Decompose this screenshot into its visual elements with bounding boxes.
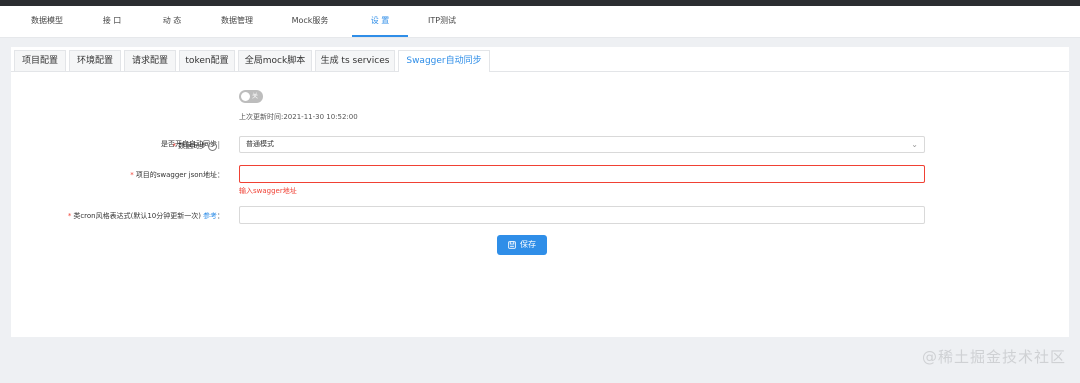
tab-request-config[interactable]: 请求配置	[124, 50, 176, 71]
toggle-state-text: 关	[252, 93, 259, 100]
nav-item-data-model[interactable]: 数据模型	[22, 6, 72, 37]
settings-tabs: 项目配置 环境配置 请求配置 token配置 全局mock脚本 生成 ts se…	[11, 47, 1069, 72]
nav-item-itp-test[interactable]: ITP测试	[418, 6, 466, 37]
save-button-label: 保存	[520, 240, 536, 249]
watermark: @稀土掘金技术社区	[921, 348, 1066, 366]
tab-project-config[interactable]: 项目配置	[14, 50, 66, 71]
save-icon	[508, 240, 516, 249]
data-sync-label-text: 数据同步	[178, 142, 206, 150]
help-icon[interactable]: ?	[208, 141, 217, 151]
cron-colon: ：	[217, 212, 224, 220]
tab-swagger-auto-sync[interactable]: Swagger自动同步	[398, 50, 490, 72]
swagger-json-url-input[interactable]	[239, 165, 925, 183]
last-update-time: 上次更新时间:2021-11-30 10:52:00	[239, 113, 358, 121]
json-url-label-text: 项目的swagger json地址：	[135, 171, 224, 179]
nav-item-api[interactable]: 接 口	[92, 6, 132, 37]
cron-label: * 类cron风格表达式(默认10分钟更新一次) 参考：	[68, 211, 224, 221]
nav-item-activity[interactable]: 动 态	[152, 6, 192, 37]
json-url-label: * 项目的swagger json地址：	[130, 170, 224, 180]
auto-sync-toggle[interactable]: 关	[239, 90, 263, 103]
nav-item-settings[interactable]: 设 置	[352, 6, 408, 37]
tab-generate-ts-services[interactable]: 生成 ts services	[315, 50, 395, 71]
cron-label-text: 类cron风格表达式(默认10分钟更新一次)	[73, 212, 201, 220]
save-button[interactable]: 保存	[497, 235, 547, 255]
tab-global-mock-script[interactable]: 全局mock脚本	[238, 50, 312, 71]
json-url-error-message: 输入swagger地址	[239, 187, 297, 195]
nav-item-data-management[interactable]: 数据管理	[212, 6, 262, 37]
cron-reference-link[interactable]: 参考	[203, 212, 217, 220]
data-sync-select[interactable]: 普通模式 ⌄	[239, 136, 925, 153]
required-mark: *	[172, 142, 177, 150]
data-sync-selected-value: 普通模式	[246, 140, 274, 148]
data-sync-label: * 数据同步?：	[172, 141, 224, 151]
required-mark: *	[130, 171, 134, 179]
cron-expression-input[interactable]	[239, 206, 925, 224]
chevron-down-icon: ⌄	[911, 140, 918, 149]
nav-item-mock-service[interactable]: Mock服务	[285, 6, 335, 37]
toggle-knob	[241, 92, 250, 101]
top-nav: 数据模型 接 口 动 态 数据管理 Mock服务 设 置 ITP测试	[0, 6, 1080, 38]
settings-panel: 项目配置 环境配置 请求配置 token配置 全局mock脚本 生成 ts se…	[11, 47, 1069, 337]
tab-token-config[interactable]: token配置	[179, 50, 235, 71]
data-sync-colon: ：	[217, 142, 224, 150]
required-mark: *	[67, 212, 72, 220]
tab-env-config[interactable]: 环境配置	[69, 50, 121, 71]
